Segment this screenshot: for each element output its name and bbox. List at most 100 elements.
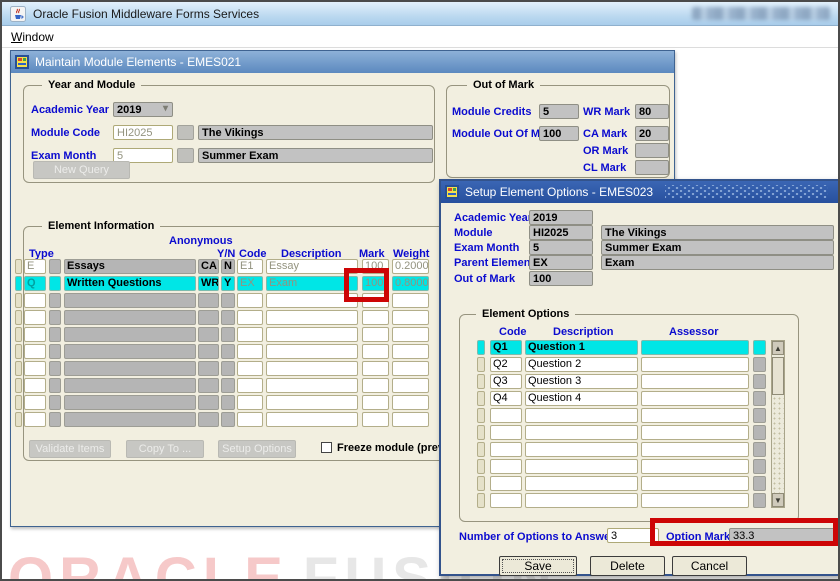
assessor-lov-button[interactable] xyxy=(753,340,766,355)
code-field[interactable]: EX xyxy=(237,276,263,291)
option-description-field[interactable] xyxy=(525,476,638,491)
type-lov-button[interactable] xyxy=(49,378,61,393)
option-assessor-field[interactable] xyxy=(641,357,749,372)
option-description-field[interactable]: Question 1 xyxy=(525,340,638,355)
academic-year-dropdown[interactable]: 2019 xyxy=(113,102,173,117)
row-selector[interactable] xyxy=(15,378,22,393)
option-code-field[interactable]: Q4 xyxy=(490,391,522,406)
anonymous-yn-field[interactable] xyxy=(221,293,235,308)
code-field[interactable] xyxy=(237,412,263,427)
code-field[interactable] xyxy=(237,361,263,376)
assessor-lov-button[interactable] xyxy=(753,493,766,508)
type-lov-button[interactable] xyxy=(49,327,61,342)
code-field[interactable] xyxy=(237,378,263,393)
option-description-field[interactable] xyxy=(525,459,638,474)
option-code-field[interactable] xyxy=(490,408,522,423)
type-field[interactable] xyxy=(24,327,46,342)
assessor-lov-button[interactable] xyxy=(753,425,766,440)
option-assessor-field[interactable] xyxy=(641,425,749,440)
code-field[interactable] xyxy=(237,344,263,359)
anonymous-yn-field[interactable] xyxy=(221,412,235,427)
option-description-field[interactable]: Question 4 xyxy=(525,391,638,406)
option-description-field[interactable] xyxy=(525,442,638,457)
type-lov-button[interactable] xyxy=(49,293,61,308)
code-description-field[interactable] xyxy=(266,344,358,359)
anonymous-yn-field[interactable]: Y xyxy=(221,276,235,291)
anonymous-yn-field[interactable] xyxy=(221,395,235,410)
option-code-field[interactable]: Q1 xyxy=(490,340,522,355)
type-field[interactable] xyxy=(24,310,46,325)
module-code-lov-button[interactable] xyxy=(177,125,194,140)
row-selector[interactable] xyxy=(15,259,22,274)
weight-field[interactable] xyxy=(392,344,429,359)
row-selector[interactable] xyxy=(15,310,22,325)
code-field[interactable] xyxy=(237,395,263,410)
exam-month-lov-button[interactable] xyxy=(177,148,194,163)
menu-window[interactable]: Window xyxy=(11,30,54,44)
mark-field[interactable] xyxy=(362,361,389,376)
type-lov-button[interactable] xyxy=(49,395,61,410)
code-field[interactable] xyxy=(237,310,263,325)
type-lov-button[interactable] xyxy=(49,259,61,274)
option-description-field[interactable] xyxy=(525,425,638,440)
mark-field[interactable] xyxy=(362,344,389,359)
type-field[interactable] xyxy=(24,344,46,359)
option-description-field[interactable] xyxy=(525,408,638,423)
scrollbar-up-button[interactable]: ▲ xyxy=(772,341,784,355)
type-field[interactable]: E xyxy=(24,259,46,274)
weight-field[interactable] xyxy=(392,361,429,376)
code-description-field[interactable] xyxy=(266,395,358,410)
type-field[interactable] xyxy=(24,361,46,376)
type-lov-button[interactable] xyxy=(49,412,61,427)
option-code-field[interactable] xyxy=(490,425,522,440)
assessor-lov-button[interactable] xyxy=(753,442,766,457)
option-row-selector[interactable] xyxy=(477,408,485,423)
main-window-titlebar[interactable]: Maintain Module Elements - EMES021 xyxy=(11,51,674,73)
assessor-lov-button[interactable] xyxy=(753,476,766,491)
option-code-field[interactable]: Q2 xyxy=(490,357,522,372)
assessor-lov-button[interactable] xyxy=(753,391,766,406)
type-lov-button[interactable] xyxy=(49,310,61,325)
code-description-field[interactable] xyxy=(266,310,358,325)
anonymous-yn-field[interactable] xyxy=(221,310,235,325)
option-assessor-field[interactable] xyxy=(641,391,749,406)
mark-field[interactable] xyxy=(362,395,389,410)
weight-field[interactable]: 0.2000 xyxy=(392,259,429,274)
anonymous-yn-field[interactable] xyxy=(221,361,235,376)
row-selector[interactable] xyxy=(15,412,22,427)
option-code-field[interactable] xyxy=(490,459,522,474)
option-row-selector[interactable] xyxy=(477,442,485,457)
option-row-selector[interactable] xyxy=(477,476,485,491)
option-assessor-field[interactable] xyxy=(641,476,749,491)
option-row-selector[interactable] xyxy=(477,340,485,355)
type-field[interactable]: Q xyxy=(24,276,46,291)
type-lov-button[interactable] xyxy=(49,276,61,291)
option-assessor-field[interactable] xyxy=(641,459,749,474)
row-selector[interactable] xyxy=(15,344,22,359)
copy-to-button[interactable]: Copy To ... xyxy=(126,440,204,458)
anonymous-yn-field[interactable]: N xyxy=(221,259,235,274)
code-field[interactable]: E1 xyxy=(237,259,263,274)
new-query-button[interactable]: New Query xyxy=(33,161,130,179)
setup-options-button[interactable]: Setup Options xyxy=(218,440,296,458)
row-selector[interactable] xyxy=(15,395,22,410)
mark-field[interactable] xyxy=(362,412,389,427)
weight-field[interactable] xyxy=(392,412,429,427)
option-assessor-field[interactable] xyxy=(641,442,749,457)
anonymous-yn-field[interactable] xyxy=(221,327,235,342)
code-field[interactable] xyxy=(237,293,263,308)
row-selector[interactable] xyxy=(15,327,22,342)
option-row-selector[interactable] xyxy=(477,459,485,474)
weight-field[interactable] xyxy=(392,310,429,325)
cancel-button[interactable]: Cancel xyxy=(672,556,747,576)
type-field[interactable] xyxy=(24,395,46,410)
row-selector[interactable] xyxy=(15,293,22,308)
options-scrollbar[interactable]: ▲ ▼ xyxy=(771,340,785,508)
code-description-field[interactable] xyxy=(266,378,358,393)
code-description-field[interactable] xyxy=(266,361,358,376)
scrollbar-thumb[interactable] xyxy=(772,357,784,395)
delete-button[interactable]: Delete xyxy=(590,556,665,576)
option-description-field[interactable]: Question 2 xyxy=(525,357,638,372)
row-selector[interactable] xyxy=(15,361,22,376)
type-field[interactable] xyxy=(24,378,46,393)
